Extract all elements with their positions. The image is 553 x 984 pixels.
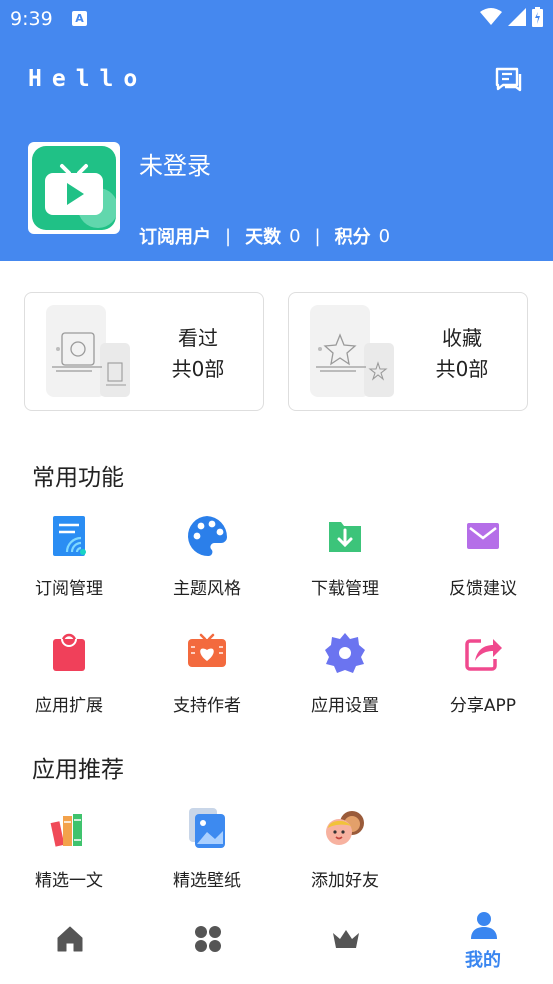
status-icons — [480, 6, 543, 28]
signal-icon — [508, 8, 526, 26]
support-author-button[interactable]: 支持作者 — [138, 631, 276, 716]
download-label: 下载管理 — [311, 579, 379, 599]
history-count: 共0部 — [171, 357, 225, 381]
history-illustration-icon — [46, 305, 130, 397]
favorites-text: 收藏 共0部 — [417, 323, 507, 385]
extension-label: 应用扩展 — [35, 696, 103, 716]
app-logo-icon — [32, 146, 116, 230]
feedback-label: 反馈建议 — [449, 579, 517, 599]
favorites-card[interactable]: 收藏 共0部 — [288, 292, 528, 411]
tab-apps[interactable] — [138, 906, 276, 984]
user-type-label: 订阅用户 — [139, 227, 211, 248]
settings-label: 应用设置 — [311, 696, 379, 716]
favorites-title: 收藏 — [442, 326, 482, 350]
favorites-count: 共0部 — [435, 357, 489, 381]
profile-header: 9:39 A Hello 未登录 订阅用户 | 天数 0 | 积分 0 — [0, 0, 553, 261]
subscription-label: 订阅管理 — [35, 579, 103, 599]
common-functions-title: 常用功能 — [32, 465, 124, 491]
divider: | — [314, 225, 321, 247]
bottom-tab-bar: 我的 — [0, 906, 553, 984]
recommend-title: 应用推荐 — [32, 757, 124, 783]
divider: | — [225, 225, 232, 247]
username[interactable]: 未登录 — [139, 146, 211, 181]
download-folder-icon — [329, 522, 361, 552]
app-settings-button[interactable]: 应用设置 — [276, 631, 414, 716]
favorites-illustration-icon — [310, 305, 394, 397]
wallpaper-icon — [189, 808, 225, 848]
share-app-button[interactable]: 分享APP — [414, 631, 552, 716]
download-manage-button[interactable]: 下载管理 — [276, 514, 414, 599]
points-label: 积分 — [334, 227, 371, 248]
user-icon — [471, 912, 497, 939]
user-stats: 订阅用户 | 天数 0 | 积分 0 — [139, 223, 390, 249]
add-friend-button[interactable]: 添加好友 — [276, 806, 414, 891]
battery-icon — [532, 7, 543, 27]
mail-icon — [467, 523, 499, 549]
article-label: 精选一文 — [35, 871, 103, 891]
points-value: 0 — [378, 225, 391, 247]
featured-article-button[interactable]: 精选一文 — [0, 806, 138, 891]
tab-home[interactable] — [0, 906, 138, 984]
theme-label: 主题风格 — [173, 579, 241, 599]
feedback-button[interactable]: 反馈建议 — [414, 514, 552, 599]
app-extension-button[interactable]: 应用扩展 — [0, 631, 138, 716]
subscription-manage-button[interactable]: 订阅管理 — [0, 514, 138, 599]
settings-gear-icon — [325, 633, 365, 673]
crown-icon — [333, 930, 359, 948]
tab-me-label: 我的 — [465, 950, 501, 971]
subscription-icon — [53, 516, 86, 556]
status-time: 9:39 — [10, 8, 53, 30]
theme-style-button[interactable]: 主题风格 — [138, 514, 276, 599]
wallpaper-button[interactable]: 精选壁纸 — [138, 806, 276, 891]
home-icon — [57, 926, 83, 952]
share-icon — [465, 639, 502, 671]
support-label: 支持作者 — [173, 696, 241, 716]
wifi-icon — [480, 8, 502, 25]
notification-a-icon: A — [72, 11, 87, 26]
days-label: 天数 — [245, 227, 282, 248]
books-icon — [50, 814, 82, 847]
wallpaper-label: 精选壁纸 — [173, 871, 241, 891]
apps-grid-icon — [195, 926, 221, 952]
friends-label: 添加好友 — [311, 871, 379, 891]
app-title: Hello — [28, 66, 148, 92]
history-text: 看过 共0部 — [153, 323, 243, 385]
share-label: 分享APP — [449, 696, 517, 716]
tab-vip[interactable] — [276, 906, 414, 984]
message-icon[interactable] — [493, 64, 525, 96]
history-card[interactable]: 看过 共0部 — [24, 292, 264, 411]
history-title: 看过 — [178, 326, 218, 350]
bag-icon — [53, 633, 85, 671]
status-bar: 9:39 A — [0, 0, 553, 38]
avatar[interactable] — [28, 142, 120, 234]
friends-icon — [326, 811, 364, 845]
days-value: 0 — [289, 225, 301, 247]
palette-icon — [187, 516, 228, 557]
tab-me[interactable]: 我的 — [414, 906, 552, 984]
heart-tv-icon — [188, 633, 226, 667]
